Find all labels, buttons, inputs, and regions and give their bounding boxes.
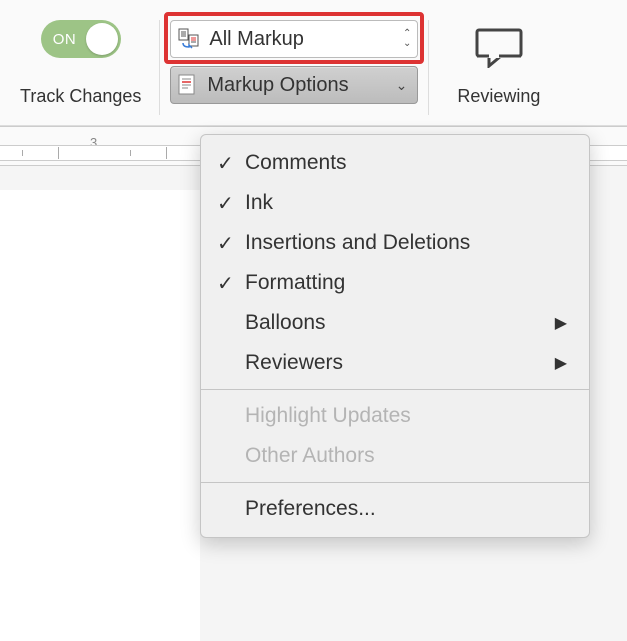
group-divider bbox=[428, 20, 429, 115]
stepper-arrows-icon: ⌃⌄ bbox=[403, 30, 411, 48]
display-select-value: All Markup bbox=[209, 28, 395, 51]
ribbon-toolbar: ON Track Changes All Marku bbox=[0, 0, 627, 126]
menu-item-preferences[interactable]: Preferences... bbox=[201, 489, 589, 529]
ruler-tick bbox=[22, 150, 23, 156]
menu-item-insertions-deletions[interactable]: ✓ Insertions and Deletions bbox=[201, 223, 589, 263]
checkmark-icon: ✓ bbox=[217, 191, 245, 216]
toggle-on-label: ON bbox=[44, 31, 77, 48]
markup-options-menu: ✓ Comments ✓ Ink ✓ Insertions and Deleti… bbox=[200, 134, 590, 538]
group-divider bbox=[159, 20, 160, 115]
track-changes-group: ON Track Changes bbox=[10, 20, 151, 107]
display-for-review-select[interactable]: All Markup ⌃⌄ bbox=[170, 20, 418, 58]
menu-item-highlight-updates: Highlight Updates bbox=[201, 396, 589, 436]
checkmark-icon: ✓ bbox=[217, 271, 245, 296]
markup-options-label: Markup Options bbox=[207, 74, 385, 97]
track-changes-toggle[interactable]: ON bbox=[41, 20, 121, 58]
track-changes-label: Track Changes bbox=[20, 86, 141, 107]
menu-item-reviewers[interactable]: Reviewers ▶ bbox=[201, 343, 589, 383]
markup-options-button[interactable]: Markup Options ⌄ bbox=[170, 66, 418, 104]
menu-item-balloons[interactable]: Balloons ▶ bbox=[201, 303, 589, 343]
chevron-down-icon: ⌄ bbox=[396, 77, 408, 94]
checkmark-icon: ✓ bbox=[217, 231, 245, 256]
reviewing-group: Reviewing bbox=[437, 20, 560, 107]
ruler-tick bbox=[130, 150, 131, 156]
submenu-arrow-icon: ▶ bbox=[555, 353, 567, 373]
submenu-arrow-icon: ▶ bbox=[555, 313, 567, 333]
menu-item-formatting[interactable]: ✓ Formatting bbox=[201, 263, 589, 303]
comment-icon[interactable] bbox=[473, 26, 525, 68]
document-page bbox=[0, 190, 200, 641]
ruler-tick bbox=[58, 147, 59, 159]
ruler-tick bbox=[166, 147, 167, 159]
toggle-knob bbox=[86, 23, 118, 55]
menu-item-other-authors: Other Authors bbox=[201, 436, 589, 476]
menu-separator bbox=[201, 482, 589, 483]
menu-item-comments[interactable]: ✓ Comments bbox=[201, 143, 589, 183]
reviewing-label: Reviewing bbox=[457, 86, 540, 107]
display-mode-icon bbox=[177, 27, 201, 51]
menu-separator bbox=[201, 389, 589, 390]
markup-doc-icon bbox=[177, 73, 197, 97]
menu-item-ink[interactable]: ✓ Ink bbox=[201, 183, 589, 223]
checkmark-icon: ✓ bbox=[217, 151, 245, 176]
markup-group: All Markup ⌃⌄ Markup Options ⌄ bbox=[168, 20, 420, 104]
